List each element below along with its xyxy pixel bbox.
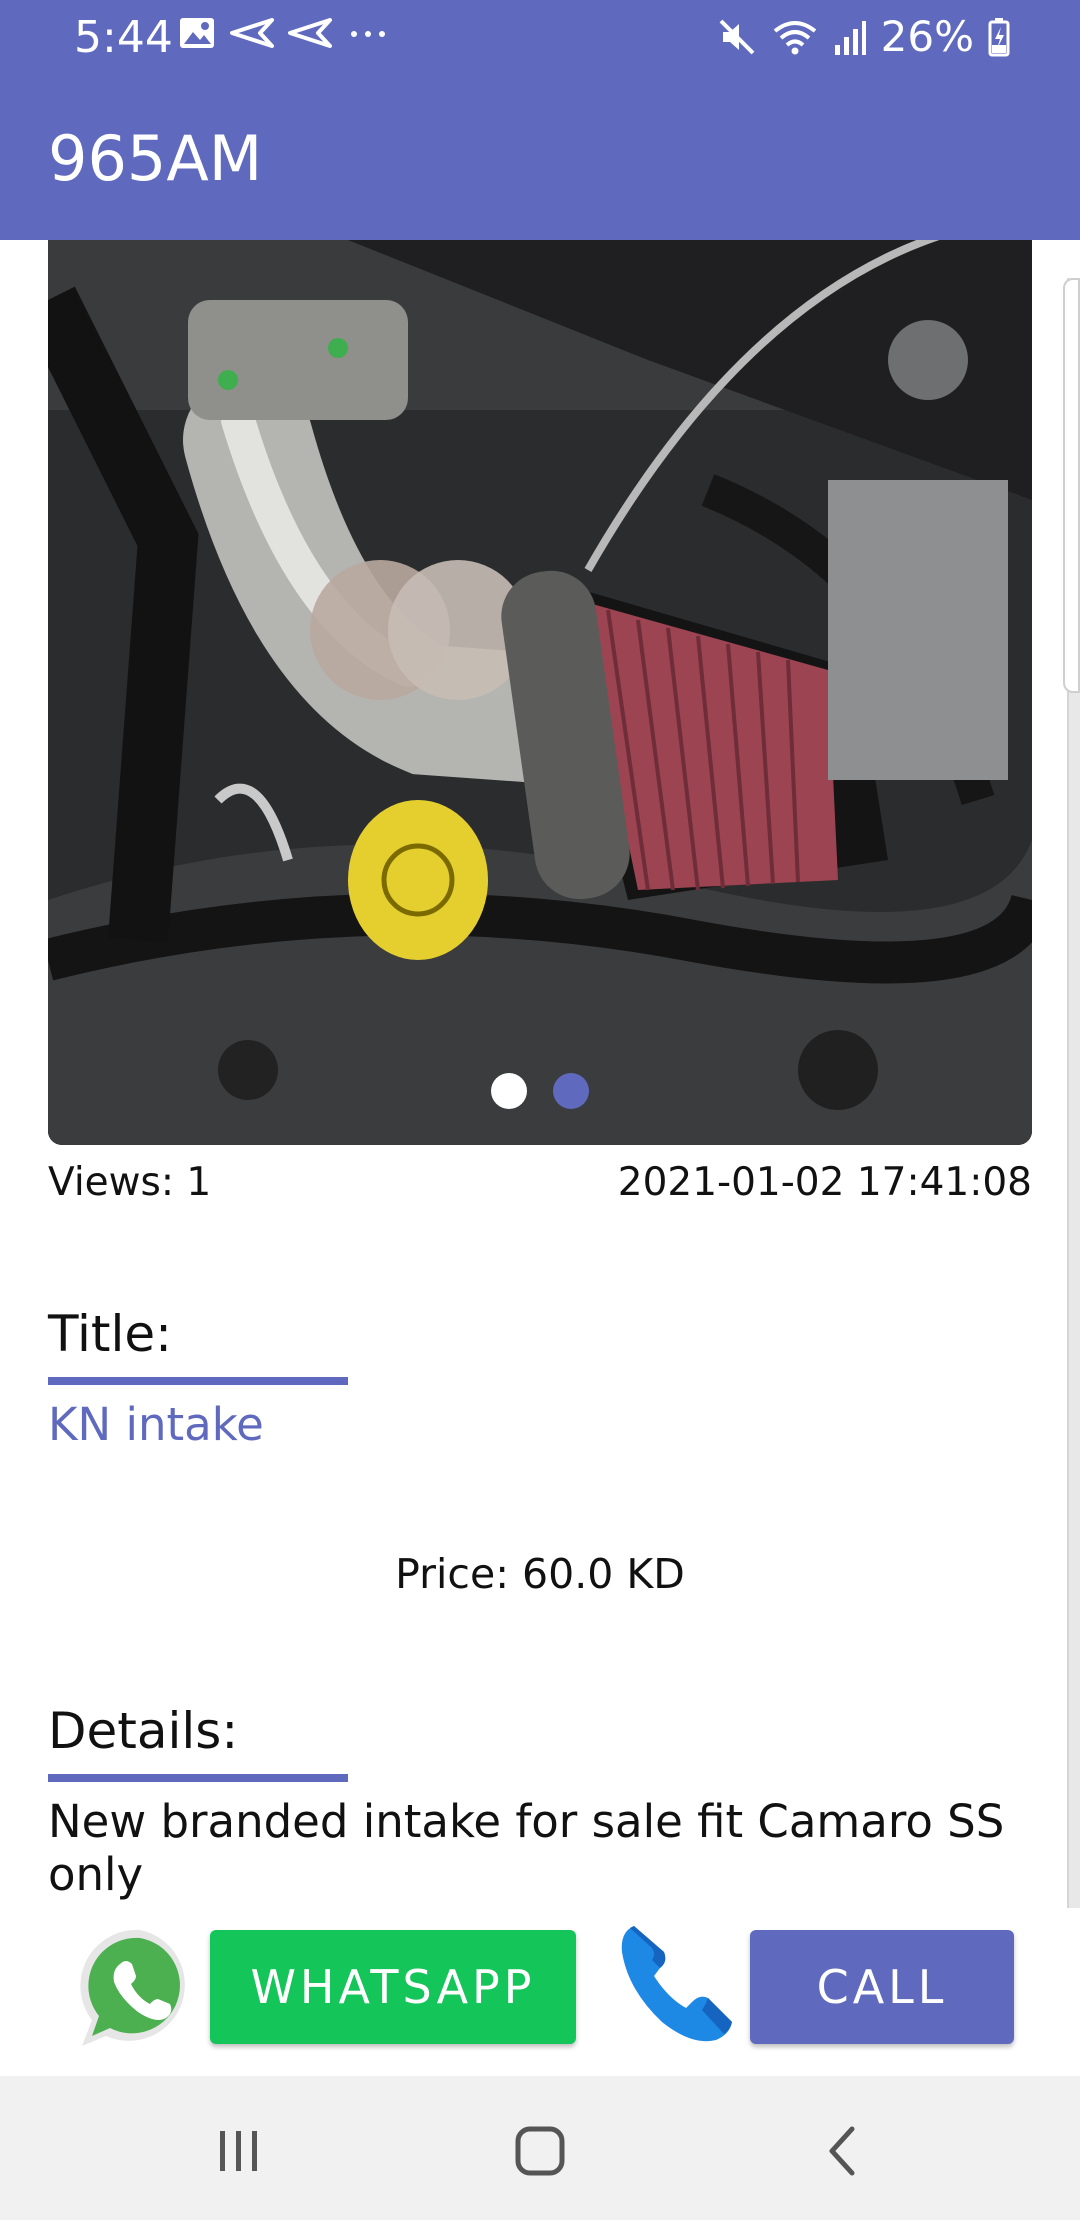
home-icon[interactable]: [500, 2116, 580, 2186]
whatsapp-button[interactable]: WHATSAPP: [210, 1930, 576, 2044]
slider-pagination: [48, 1073, 1032, 1109]
app-bar: 965AM: [0, 74, 1080, 240]
image-slider[interactable]: [48, 240, 1032, 1145]
status-system-icons: 26%: [717, 12, 1010, 61]
listing-meta: Views: 1 2021-01-02 17:41:08: [48, 1160, 1032, 1210]
status-bar: 5:44 26%: [0, 0, 1080, 74]
listing-photo: [48, 240, 1032, 1145]
listing-title: KN intake: [48, 1398, 264, 1451]
title-underline: [48, 1377, 348, 1385]
battery-icon: [988, 17, 1010, 56]
details-heading: Details:: [48, 1702, 239, 1760]
scrollbar-thumb[interactable]: [1063, 278, 1080, 693]
signal-icon: [834, 20, 866, 55]
status-time: 5:44: [74, 12, 173, 63]
phone-icon[interactable]: [612, 1918, 742, 2048]
send-icon: [288, 18, 332, 48]
gallery-icon: [180, 18, 214, 48]
whatsapp-icon[interactable]: [76, 1924, 204, 2052]
wifi-icon: [773, 20, 816, 54]
status-notification-icons: [178, 16, 390, 50]
mute-icon: [719, 19, 755, 54]
recent-apps-icon[interactable]: [198, 2116, 278, 2186]
title-heading: Title:: [48, 1305, 172, 1363]
slider-dot-active[interactable]: [553, 1073, 589, 1109]
app-title: 965AM: [48, 122, 263, 195]
call-button[interactable]: CALL: [750, 1930, 1014, 2044]
posted-date: 2021-01-02 17:41:08: [617, 1160, 1032, 1205]
back-icon[interactable]: [804, 2116, 884, 2186]
slider-dot-inactive[interactable]: [491, 1073, 527, 1109]
battery-percentage: 26%: [880, 12, 974, 61]
listing-price: Price: 60.0 KD: [395, 1550, 685, 1598]
details-underline: [48, 1774, 348, 1782]
listing-details: New branded intake for sale fit Camaro S…: [48, 1795, 1005, 1901]
send-icon: [230, 18, 274, 48]
system-nav-bar: [0, 2076, 1080, 2220]
more-dots-icon: [351, 31, 385, 37]
views-count: Views: 1: [48, 1160, 212, 1205]
